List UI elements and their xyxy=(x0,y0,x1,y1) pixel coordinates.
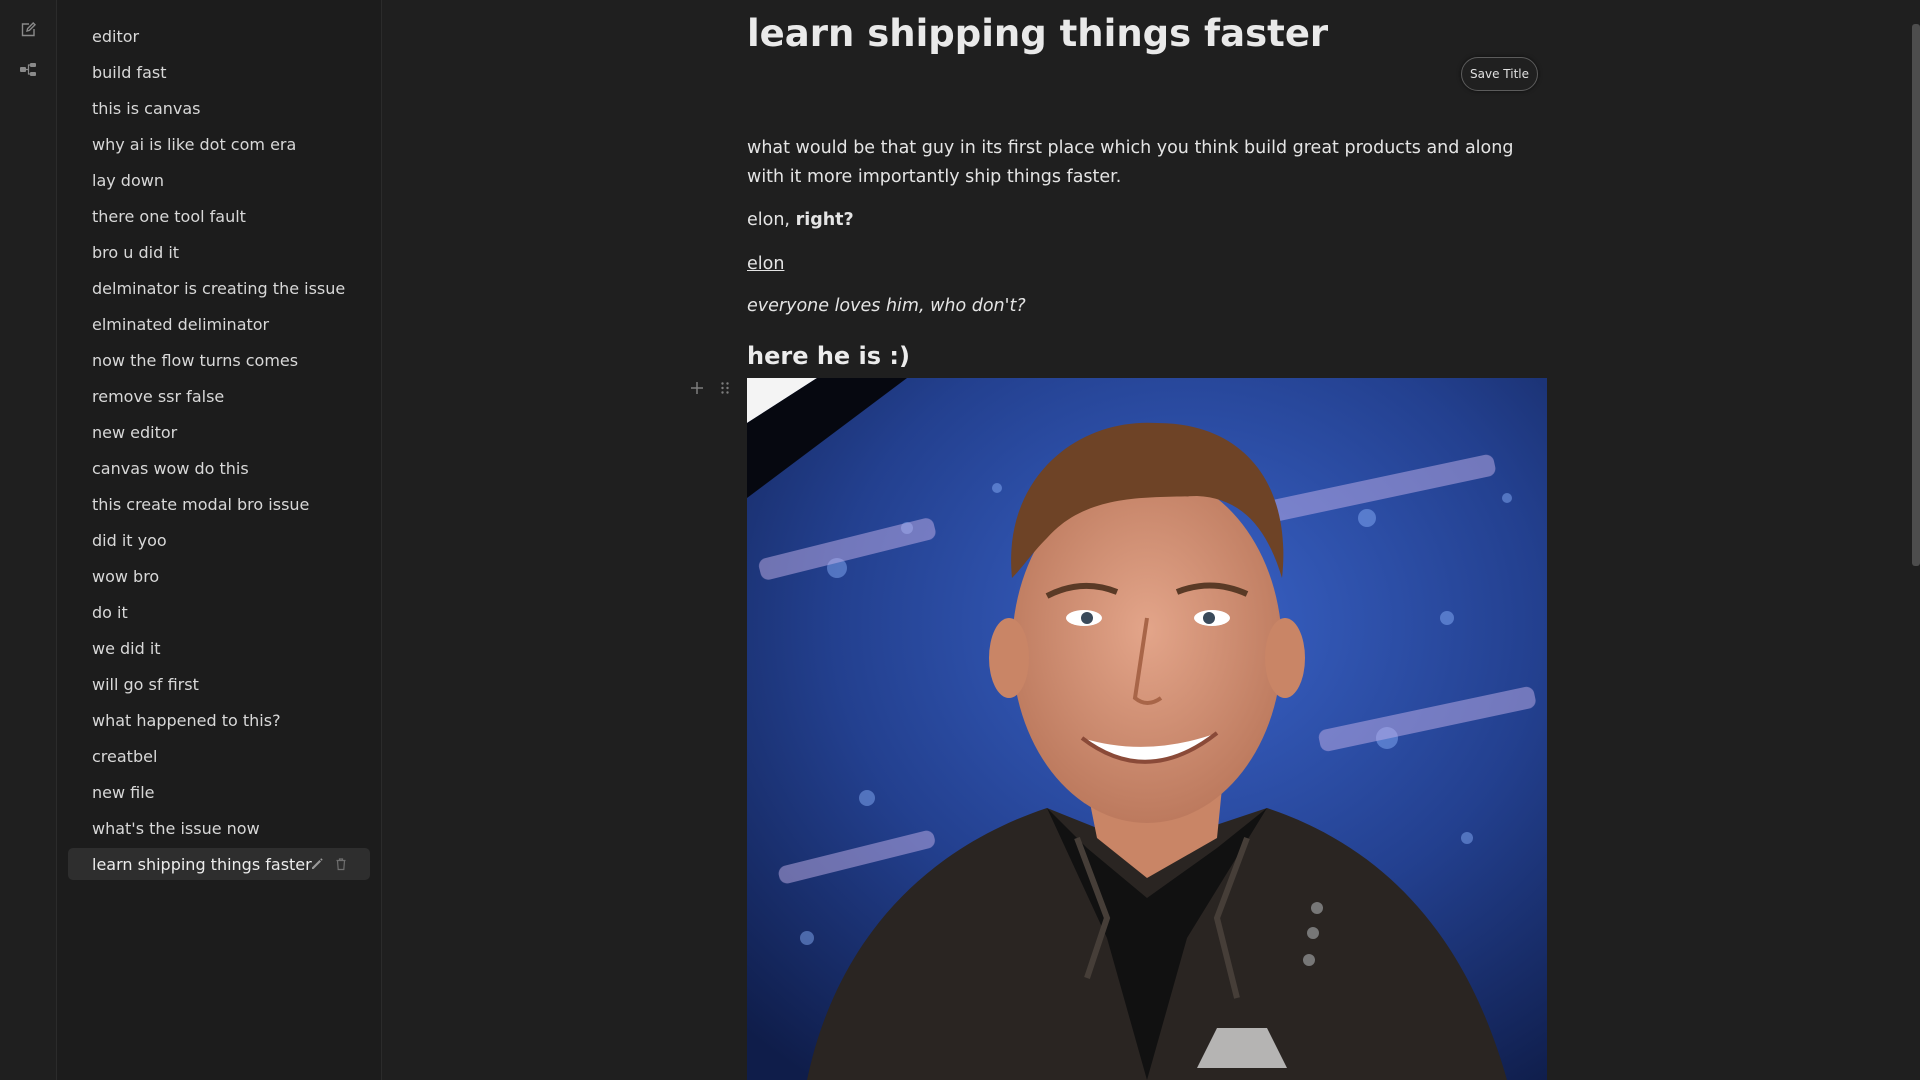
file-item-label: we did it xyxy=(92,638,161,658)
file-item-label: learn shipping things faster xyxy=(92,854,312,874)
sidebar-file-item[interactable]: elminated deliminator xyxy=(68,308,370,340)
file-item-label: wow bro xyxy=(92,566,160,586)
sidebar-file-item[interactable]: now the flow turns comes xyxy=(68,344,370,376)
file-item-label: there one tool fault xyxy=(92,206,246,226)
file-item-label: what happened to this? xyxy=(92,710,281,730)
page-title[interactable]: learn shipping things faster xyxy=(747,12,1328,55)
bold-text: right? xyxy=(795,210,854,230)
paragraph-text: elon, xyxy=(747,210,796,230)
file-item-label: bro u did it xyxy=(92,242,180,262)
app-window: editor build fast this is canvas why ai is … xyxy=(0,0,1920,1080)
sidebar-file-item[interactable]: delminator is creating the issue xyxy=(68,272,370,304)
sidebar-file-item[interactable]: this is canvas xyxy=(68,92,370,124)
new-file-icon[interactable] xyxy=(16,18,40,42)
sidebar-file-item[interactable]: learn shipping things faster xyxy=(68,848,370,880)
paragraph[interactable]: elon, right? xyxy=(747,206,1537,235)
sidebar-file-item[interactable]: this create modal bro issue xyxy=(68,488,370,520)
file-item-label: did it yoo xyxy=(92,530,167,550)
embedded-photo[interactable] xyxy=(747,378,1547,1080)
file-item-label: new editor xyxy=(92,422,178,442)
sidebar-file-item[interactable]: new editor xyxy=(68,416,370,448)
scrollbar-track[interactable] xyxy=(1912,0,1920,1080)
editor-main: learn shipping things faster Save Title … xyxy=(382,0,1920,1080)
file-item-label: creatbel xyxy=(92,746,158,766)
section-heading[interactable]: here he is :) xyxy=(747,342,910,370)
sidebar-file-item[interactable]: do it xyxy=(68,596,370,628)
sidebar-file-item[interactable]: why ai is like dot com era xyxy=(68,128,370,160)
file-sidebar: editor build fast this is canvas why ai is … xyxy=(57,0,382,1080)
file-item-label: do it xyxy=(92,602,128,622)
sidebar-file-item[interactable]: creatbel xyxy=(68,740,370,772)
file-item-actions xyxy=(310,848,348,880)
scrollbar-thumb[interactable] xyxy=(1912,24,1920,566)
file-item-label: new file xyxy=(92,782,155,802)
file-item-label: remove ssr false xyxy=(92,386,225,406)
file-item-label: canvas wow do this xyxy=(92,458,249,478)
file-item-label: editor xyxy=(92,26,140,46)
sidebar-file-item[interactable]: we did it xyxy=(68,632,370,664)
file-item-label: lay down xyxy=(92,170,164,190)
sidebar-file-item[interactable]: what happened to this? xyxy=(68,704,370,736)
sidebar-file-item[interactable]: canvas wow do this xyxy=(68,452,370,484)
file-tree-icon[interactable] xyxy=(16,58,40,82)
underlined-link[interactable]: elon xyxy=(747,254,784,274)
sidebar-file-item[interactable]: editor xyxy=(68,20,370,52)
block-handles xyxy=(689,380,733,396)
paragraph[interactable]: what would be that guy in its first plac… xyxy=(747,134,1537,192)
sidebar-file-item[interactable]: lay down xyxy=(68,164,370,196)
file-item-label: now the flow turns comes xyxy=(92,350,299,370)
file-item-label: build fast xyxy=(92,62,167,82)
paragraph[interactable]: everyone loves him, who don't? xyxy=(747,292,1537,321)
sidebar-file-item[interactable]: there one tool fault xyxy=(68,200,370,232)
save-title-button[interactable]: Save Title xyxy=(1461,57,1538,91)
file-item-label: this is canvas xyxy=(92,98,201,118)
drag-handle-icon[interactable] xyxy=(717,380,733,396)
sidebar-file-item[interactable]: did it yoo xyxy=(68,524,370,556)
sidebar-file-item[interactable]: remove ssr false xyxy=(68,380,370,412)
portrait-image xyxy=(747,378,1547,1080)
file-item-label: why ai is like dot com era xyxy=(92,134,297,154)
add-block-icon[interactable] xyxy=(689,380,705,396)
file-item-label: delminator is creating the issue xyxy=(92,278,346,298)
sidebar-file-item[interactable]: what's the issue now xyxy=(68,812,370,844)
sidebar-file-item[interactable]: bro u did it xyxy=(68,236,370,268)
sidebar-file-item[interactable]: will go sf first xyxy=(68,668,370,700)
sidebar-file-item[interactable]: build fast xyxy=(68,56,370,88)
edit-pencil-icon[interactable] xyxy=(310,857,324,871)
file-item-label: elminated deliminator xyxy=(92,314,270,334)
file-item-label: will go sf first xyxy=(92,674,199,694)
trash-icon[interactable] xyxy=(334,857,348,871)
file-item-label: what's the issue now xyxy=(92,818,260,838)
icon-rail xyxy=(0,0,57,1080)
italic-text: everyone loves him, who don't? xyxy=(747,296,1026,316)
file-item-label: this create modal bro issue xyxy=(92,494,310,514)
paragraph[interactable]: elon xyxy=(747,250,1537,279)
sidebar-file-item[interactable]: new file xyxy=(68,776,370,808)
sidebar-file-item[interactable]: wow bro xyxy=(68,560,370,592)
file-list: editor build fast this is canvas why ai is … xyxy=(68,20,370,884)
